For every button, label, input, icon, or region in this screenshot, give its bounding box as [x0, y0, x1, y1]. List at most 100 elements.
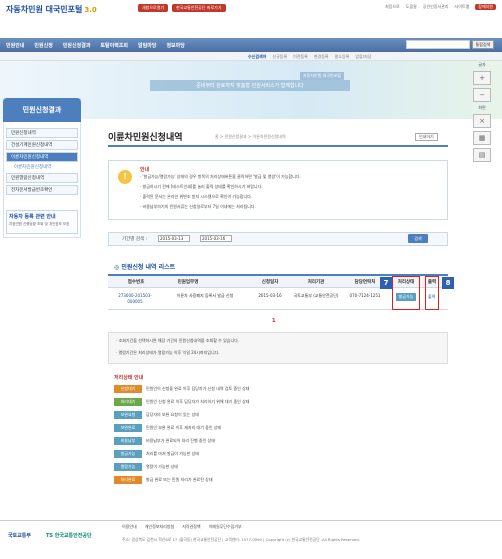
notice-line: · '발급가능/열람가능' 상태의 경우 항목의 처리상태버튼을 클릭하면 '발…	[140, 174, 301, 179]
sidebar-promo[interactable]: 자동차 등록 관련 안내 지점민원 진행상황 조회 및 개인정보 보호	[6, 210, 78, 234]
legend-row: 처리완료 발급 완료 또는 민원 처리가 완료된 상태	[114, 475, 249, 484]
col-name: 민원업무명	[177, 280, 199, 285]
status-legend: 신청대기 민원인이 신청을 완료 이후 담당자가 신청 내역 검토 중인 상태처리…	[114, 384, 249, 484]
subnav-link[interactable]: 신규등록	[272, 54, 287, 60]
subnav-current: 수신검색어	[248, 54, 267, 59]
search-button[interactable]: 통합검색	[472, 40, 494, 49]
legend-row: 보완완료 민원인 보완 완료 이후 재처리 대기 중인 상태	[114, 423, 249, 432]
sidebar-item-view-history[interactable]: 민원열람신청내역	[6, 173, 78, 183]
footer-links: 이용안내 개인정보처리방침 저작권정책 이메일무단수집거부	[122, 524, 242, 530]
notice-heading: 안내	[140, 167, 150, 173]
legend-desc: 처리를 마쳐 발급이 가능한 상태	[146, 450, 199, 456]
legend-desc: 민원인 보완 완료 이후 재처리 대기 중인 상태	[146, 424, 222, 430]
cell-receipt[interactable]: 273000-201503-000005	[112, 293, 158, 305]
list-title: ◎ 민원신청 내역 리스트	[114, 264, 176, 271]
banner-title: 자동차민원 대국민포털	[300, 72, 345, 80]
legend-row: 처리대기 민원인 신청 완료 이후 담당자가 처리하기 위해 대기 중인 상태	[114, 397, 249, 406]
info-line: · 열람기간은 처리상태가 열람가능 이후 익일 24시까지입니다.	[116, 350, 220, 355]
legend-tag: 보완완료	[114, 423, 142, 432]
col-receipt: 접수번호	[127, 280, 145, 285]
subnav-link[interactable]: 이전등록	[293, 54, 308, 60]
sidebar-menu: 민원신청내역 건설기계민원신청내역 이륜차민원신청내역 이륜차민원신청내역 민원…	[6, 128, 78, 195]
cell-name: 이륜차 사용폐지 등록서 발급 신청	[176, 293, 234, 298]
legend-row: 발급가능 처리를 마쳐 발급이 가능한 상태	[114, 449, 249, 458]
close-icon[interactable]: ×	[473, 114, 491, 128]
nav-item-results[interactable]: 민원신청결과	[63, 42, 91, 49]
info-icon: !	[118, 170, 132, 184]
page-title: 이륜차민원신청내역	[108, 133, 183, 143]
date-from-input[interactable]: 2015-03-13	[158, 235, 190, 242]
sidebar-item-apply-history[interactable]: 민원신청내역	[6, 128, 78, 138]
sub-nav-links: 수신검색어 신규등록 이전등록 변경등록 말소등록 압류/저당	[248, 54, 371, 60]
legend-row: 신청대기 민원인이 신청을 완료 이후 담당자가 신청 내역 검토 중인 상태	[114, 384, 249, 393]
footer-logo-ts: TS 한국교통안전공단	[46, 533, 92, 539]
period-search-label: 기간별 검색 :	[122, 237, 148, 242]
open-new-window-button[interactable]: 새창으로열기	[138, 4, 169, 12]
subnav-link[interactable]: 말소등록	[335, 54, 350, 60]
notice-lines: · '발급가능/열람가능' 상태의 경우 항목의 처리상태버튼을 클릭하면 '발…	[140, 174, 440, 210]
grid-icon[interactable]: ▦	[473, 131, 491, 145]
legend-desc: 민원인 신청 완료 이후 담당자가 처리하기 위해 대기 중인 상태	[146, 398, 250, 404]
legend-desc: 비용납부가 완료되어 처리 진행 중인 상태	[146, 437, 215, 443]
util-home-link[interactable]: 처음으로	[385, 4, 400, 10]
notice-line: · 출력된 문서는 온라인 위변조 방지 시스템으로 확인이 가능합니다.	[140, 194, 253, 199]
print-button[interactable]: 인쇄하기	[415, 133, 438, 141]
legend-tag: 처리대기	[114, 397, 142, 406]
date-to-input[interactable]: 2015-03-16	[200, 235, 232, 242]
right-tools: 글자 + − 화면 × ▦ ▤	[466, 62, 498, 162]
title-divider	[108, 145, 448, 147]
goto-ts-button[interactable]: 한국교통안전공단 바로가기	[172, 4, 226, 12]
footer-link[interactable]: 이메일무단수집거부	[209, 524, 242, 530]
banner-text: 준비부터 완료까지 맞춤형 민원서비스가 함께합니다	[150, 80, 350, 91]
pager-current[interactable]: 1	[272, 318, 275, 324]
nav-item-guide[interactable]: 민원안내	[6, 42, 24, 49]
highlight-box-status	[392, 276, 420, 310]
search-input[interactable]	[406, 40, 470, 49]
logo-badge: 3.0	[84, 6, 97, 14]
nav-item-apply[interactable]: 민원신청	[34, 42, 52, 49]
legend-row: 보완요청 담당자의 보완 요청이 있는 상태	[114, 410, 249, 419]
footer-link[interactable]: 저작권정책	[182, 524, 200, 530]
cell-office: 국토교통부 (교통안전공단)	[293, 293, 339, 298]
utility-links: 처음으로 도움말 공인인증서관리 사이트맵 장애지원	[385, 4, 496, 10]
list-icon[interactable]: ▤	[473, 148, 491, 162]
sidebar-item-machinery-history[interactable]: 건설기계민원신청내역	[6, 140, 78, 150]
legend-title: 처리상태 안내	[114, 375, 144, 381]
legend-desc: 발급 완료 또는 민원 처리가 완료된 상태	[146, 476, 213, 482]
footer-link[interactable]: 개인정보처리방침	[145, 524, 174, 530]
nav-item-info[interactable]: 정보마당	[166, 42, 184, 49]
legend-desc: 담당자의 보완 요청이 있는 상태	[146, 411, 199, 417]
promo-text: 지점민원 진행상황 조회 및 개인정보 보호	[9, 222, 70, 226]
footer-logo-molit: 국토교통부	[8, 533, 32, 539]
util-support-link[interactable]: 장애지원	[475, 4, 496, 10]
util-help-link[interactable]: 도움말	[406, 4, 417, 10]
marker-7: 7	[380, 277, 392, 289]
sidebar-subitem-motorcycle-history[interactable]: 이륜차민원신청내역	[6, 164, 78, 171]
zoom-out-icon[interactable]: −	[473, 88, 491, 102]
util-cert-link[interactable]: 공인인증서관리	[423, 4, 449, 10]
nav-item-history[interactable]: 토탈이력조회	[100, 42, 128, 49]
footer-link[interactable]: 이용안내	[122, 524, 137, 530]
subnav-link[interactable]: 변경등록	[314, 54, 329, 60]
sidebar-item-doc-check[interactable]: 전자문서발급번호확인	[6, 185, 78, 195]
col-office: 처리기관	[307, 280, 325, 285]
subnav-link[interactable]: 압류/저당	[355, 54, 371, 60]
list-title-text: 민원신청 내역 리스트	[121, 264, 176, 271]
promo-title: 자동차 등록 관련 안내	[9, 214, 56, 220]
col-date: 신청일자	[261, 280, 279, 285]
legend-tag: 보완요청	[114, 410, 142, 419]
site-logo[interactable]: 자동차민원 대국민포털 3.0	[6, 4, 97, 15]
nav-item-notice[interactable]: 알림마당	[138, 42, 156, 49]
top-buttons: 새창으로열기 한국교통안전공단 바로가기	[138, 4, 226, 12]
sidebar-title: 민원신청결과	[3, 98, 81, 122]
period-search-button[interactable]: 검색	[408, 234, 428, 243]
legend-tag: 비용납부	[114, 436, 142, 445]
util-sitemap-link[interactable]: 사이트맵	[455, 4, 470, 10]
marker-8: 8	[442, 277, 454, 289]
legend-tag: 열람가능	[114, 462, 142, 471]
screen-label: 화면	[478, 105, 486, 110]
sidebar-item-motorcycle-history[interactable]: 이륜차민원신청내역	[6, 152, 78, 162]
zoom-in-icon[interactable]: +	[473, 71, 491, 85]
info-line: · 조회기간을 선택하시면 해당 기간의 민원신청내역을 조회할 수 있습니다.	[116, 338, 240, 343]
legend-row: 비용납부 비용납부가 완료되어 처리 진행 중인 상태	[114, 436, 249, 445]
